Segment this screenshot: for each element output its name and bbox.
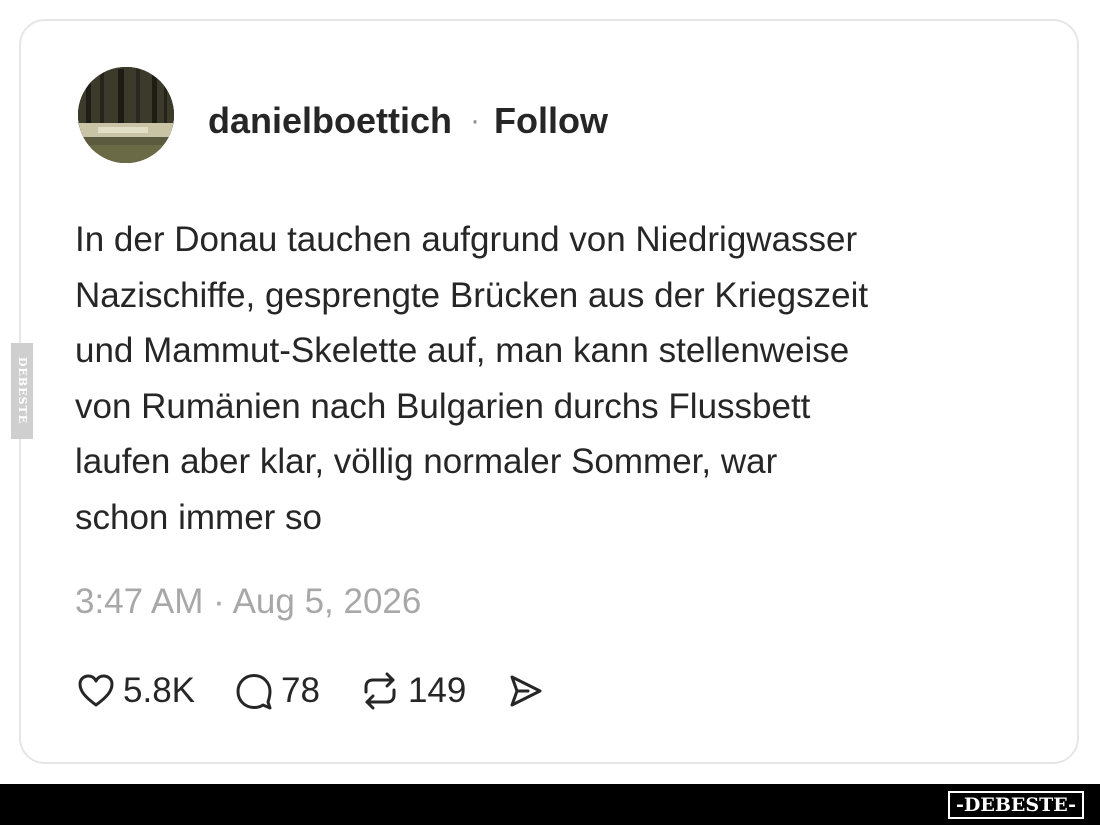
comment-count: 78 xyxy=(281,671,320,710)
post-text: In der Donau tauchen aufgrund von Niedri… xyxy=(75,212,1035,545)
post-text-line: schon immer so xyxy=(75,497,323,537)
avatar[interactable] xyxy=(78,67,174,163)
comment-icon xyxy=(236,674,272,710)
repost-count: 149 xyxy=(407,671,467,710)
share-button[interactable] xyxy=(506,673,544,709)
watermark-bar: -DEBESTE- xyxy=(0,784,1100,825)
comment-button[interactable]: 78 xyxy=(235,671,320,711)
post-text-line: Nazischiffe, gesprengte Brücken aus der … xyxy=(75,275,869,315)
repost-icon xyxy=(364,672,396,710)
header-separator: · xyxy=(470,104,481,137)
action-bar: 5.8K 78 149 xyxy=(77,669,584,713)
username[interactable]: danielboettich xyxy=(208,100,452,142)
like-button[interactable]: 5.8K xyxy=(77,671,195,711)
post-timestamp[interactable]: 3:47 AM · Aug 5, 2026 xyxy=(75,582,421,622)
avatar-image xyxy=(78,67,174,163)
side-watermark: DEBESTE xyxy=(11,343,33,439)
post-text-line: von Rumänien nach Bulgarien durchs Fluss… xyxy=(75,386,811,426)
follow-button[interactable]: Follow xyxy=(494,100,608,142)
repost-button[interactable]: 149 xyxy=(360,671,466,711)
brand-watermark: -DEBESTE- xyxy=(948,791,1084,819)
post-text-line: und Mammut-Skelette auf, man kann stelle… xyxy=(75,331,850,370)
post-card: danielboettich · Follow In der Donau tau… xyxy=(19,19,1079,764)
post-text-line: In der Donau tauchen aufgrund von Niedri… xyxy=(75,220,858,259)
share-icon xyxy=(510,675,542,707)
like-count: 5.8K xyxy=(123,671,195,710)
post-text-line: laufen aber klar, völlig normaler Sommer… xyxy=(75,442,778,481)
post-header: danielboettich · Follow xyxy=(208,100,608,142)
heart-icon xyxy=(78,674,114,707)
